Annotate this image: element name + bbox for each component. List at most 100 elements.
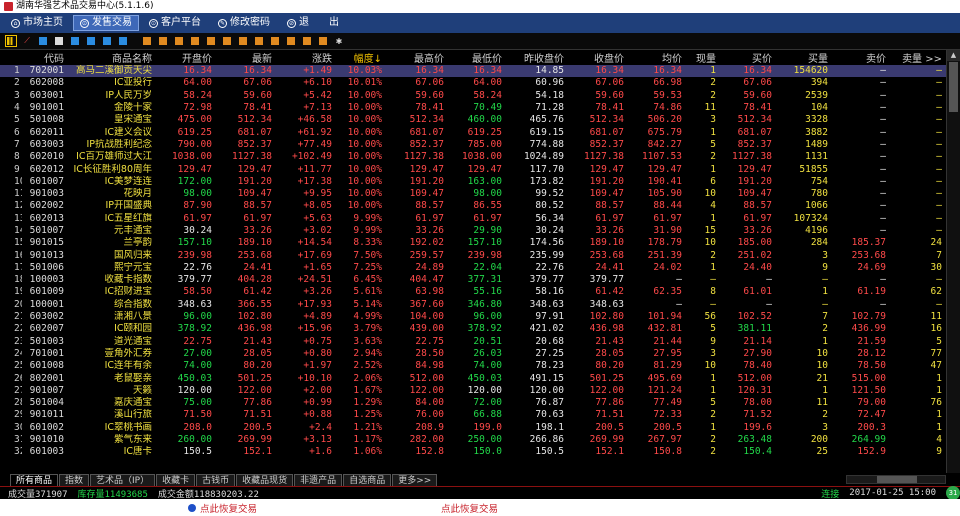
menu-5-button[interactable]: ⊘ 退 出 xyxy=(280,15,346,31)
table-row[interactable]: 31 901010 紫气东来 260.00 269.99 +3.13 1.17% 282.00… xyxy=(0,434,946,446)
table-row[interactable]: 17 501006 熙宁元宝 22.76 24.41 +1.65 7.25% 24.89 22.… xyxy=(0,262,946,274)
cell: 475.00 xyxy=(177,114,212,126)
calc-icon[interactable] xyxy=(53,35,65,47)
cell: 852.37 xyxy=(737,138,772,150)
table-row[interactable]: 10 601007 IC美梦连连 172.00 191.20 +17.38 10.00% 19… xyxy=(0,176,946,188)
horizontal-scrollbar[interactable] xyxy=(846,475,946,484)
column-header[interactable]: 卖价 xyxy=(832,50,890,65)
table-row[interactable]: 13 602013 IC五星红旗 61.97 61.97 +5.63 9.99% 61.97 6… xyxy=(0,213,946,225)
menu-2-button[interactable]: ⊙ 发售交易 xyxy=(73,15,139,31)
f4-icon[interactable] xyxy=(189,35,201,47)
table-row[interactable]: 3 603001 IP人民万岁 58.24 59.60 +5.42 10.00% 59.60 5… xyxy=(0,90,946,102)
table-row[interactable]: 1 702001 高马二溪御贡天尖 16.34 16.34 +1.49 10.03% 16.3… xyxy=(0,65,946,78)
category-tab[interactable]: 艺术品（IP） xyxy=(90,474,156,486)
column-header[interactable]: 均价 xyxy=(628,50,686,65)
column-header[interactable]: 卖量 >> xyxy=(890,50,946,65)
column-header[interactable]: 代码 xyxy=(22,50,68,65)
list-icon[interactable] xyxy=(69,35,81,47)
column-header[interactable]: 现量 xyxy=(686,50,720,65)
category-tab[interactable]: 非遗产品 xyxy=(294,474,343,486)
category-tab[interactable]: 收藏卡 xyxy=(156,474,196,486)
column-header[interactable]: 收盘价 xyxy=(568,50,628,65)
scroll-up-icon[interactable]: ▲ xyxy=(947,50,960,61)
table-row[interactable]: 5 501008 皇宋通宝 475.00 512.34 +46.58 10.00% 512.3… xyxy=(0,114,946,126)
column-header[interactable]: 买价 xyxy=(720,50,776,65)
table-row[interactable]: 21 603002 潇湘八景 96.00 102.80 +4.89 4.99% 104.00 9… xyxy=(0,311,946,323)
table-row[interactable]: 26 802001 老鼠娶亲 450.03 501.25 +10.10 2.06% 512.0… xyxy=(0,372,946,384)
table-row[interactable]: 4 901001 金陵十家 72.98 78.41 +7.13 10.00% 78.41 70.… xyxy=(0,102,946,114)
column-header[interactable]: 最新 xyxy=(216,50,276,65)
table-row[interactable]: 23 501003 道光通宝 22.75 21.43 +0.75 3.63% 22.75 20.… xyxy=(0,336,946,348)
table-row[interactable]: 28 501004 嘉庆通宝 75.00 77.86 +0.99 1.29% 84.00 72.… xyxy=(0,397,946,409)
category-tab[interactable]: 所有商品 xyxy=(10,474,59,486)
category-tab[interactable]: 指数 xyxy=(59,474,90,486)
notification-badge[interactable]: 31 xyxy=(946,486,960,500)
column-header[interactable]: 开盘价 xyxy=(156,50,216,65)
grid-icon[interactable] xyxy=(37,35,49,47)
scroll-thumb[interactable] xyxy=(949,62,958,112)
table-row[interactable]: 27 901007 天籁 120.00 122.00 +2.00 1.67% 122.00 12… xyxy=(0,385,946,397)
cell: 78.23 xyxy=(535,360,564,372)
f5-icon[interactable] xyxy=(205,35,217,47)
column-header[interactable]: 最低价 xyxy=(448,50,506,65)
column-header[interactable]: 商品名称 xyxy=(68,50,156,65)
cell: 高马二溪御贡天尖 xyxy=(68,65,156,78)
table-row[interactable]: 15 901015 兰亭韵 157.10 189.10 +14.54 8.33% 192.02… xyxy=(0,237,946,249)
menu-4-button[interactable]: ✎ 修改密码 xyxy=(211,15,277,31)
table-row[interactable]: 2 602008 IC亚投行 64.00 67.06 +6.10 10.01% 67.06 64… xyxy=(0,77,946,89)
table-row[interactable]: 7 603003 IP抗战胜利纪念 790.00 852.37 +77.49 10.00% 8… xyxy=(0,139,946,151)
table-row[interactable]: 32 601003 IC唐卡 150.5 152.1 +1.6 1.06% 152.8 150.… xyxy=(0,446,946,458)
table-row[interactable]: 30 601002 IC翠桃书画 208.0 200.5 +2.4 1.21% 208.9 19… xyxy=(0,422,946,434)
f11-icon[interactable] xyxy=(301,35,313,47)
table-row[interactable]: 22 602007 IC颐和园 378.92 436.98 +15.96 3.79% 439.… xyxy=(0,323,946,335)
report-icon[interactable] xyxy=(101,35,113,47)
menu-3-button[interactable]: ⊙ 客户平台 xyxy=(142,15,208,31)
table-row[interactable]: 12 602002 IP开国盛典 87.90 88.57 +8.05 10.00% 88.57… xyxy=(0,200,946,212)
table-row[interactable]: 24 701001 壹角外汇券 27.00 28.05 +0.80 2.94% 28.50 26… xyxy=(0,348,946,360)
column-header[interactable]: 幅度↓ xyxy=(336,50,386,65)
f9-icon[interactable] xyxy=(269,35,281,47)
hscroll-thumb[interactable] xyxy=(877,476,917,483)
column-header[interactable]: 昨收盘价 xyxy=(506,50,568,65)
table-icon[interactable] xyxy=(117,35,129,47)
resume-trade-link-right[interactable]: 点此恢复交易 xyxy=(441,501,498,515)
table-row[interactable]: 9 602012 IC长征胜利80周年 129.47 129.47 +11.77 10.00… xyxy=(0,163,946,175)
vertical-scrollbar[interactable]: ▲ xyxy=(946,50,960,473)
window-icon[interactable] xyxy=(85,35,97,47)
table-row[interactable]: 19 601009 IC招财进宝 58.50 61.42 +3.26 5.61% 63.98 5… xyxy=(0,286,946,298)
resume-trade-link-left[interactable]: 点此恢复交易 xyxy=(188,501,257,515)
chart-icon[interactable] xyxy=(5,35,17,47)
category-tab[interactable]: 古钱币 xyxy=(196,474,236,486)
cell: 501006 xyxy=(29,261,64,273)
category-tab[interactable]: 更多>> xyxy=(392,474,438,486)
f10-icon[interactable] xyxy=(285,35,297,47)
f12-icon[interactable] xyxy=(317,35,329,47)
f2-icon[interactable] xyxy=(157,35,169,47)
table-row[interactable]: 29 901011 溪山行旅 71.50 71.51 +0.88 1.25% 76.00 66.… xyxy=(0,409,946,421)
column-header[interactable]: 最高价 xyxy=(386,50,448,65)
table-row[interactable]: 18 100003 收藏卡指数 379.77 404.28 +24.51 6.45% 404.… xyxy=(0,274,946,286)
f1-icon[interactable] xyxy=(141,35,153,47)
table-row[interactable]: 11 901003 花映月 98.00 109.47 +9.95 10.00% 109.47 9… xyxy=(0,188,946,200)
f8-icon[interactable] xyxy=(253,35,265,47)
category-tab[interactable]: 收藏品现货 xyxy=(236,474,294,486)
cell: 14 xyxy=(14,225,22,236)
column-header[interactable] xyxy=(0,50,22,65)
column-header[interactable]: 买量 xyxy=(776,50,832,65)
table-row[interactable]: 8 602010 IC百万雄师过大江 1038.00 1127.38 +102.49 10.… xyxy=(0,151,946,163)
menu-1-button[interactable]: ⌂ 市场主页 xyxy=(4,15,70,31)
table-row[interactable]: 16 901013 国风归来 239.98 253.68 +17.69 7.50% 259.5… xyxy=(0,249,946,261)
f3-icon[interactable] xyxy=(173,35,185,47)
table-row[interactable]: 25 601008 IC连年有余 74.00 80.20 +1.97 2.52% 84.98 7… xyxy=(0,360,946,372)
cell: 450.03 xyxy=(177,372,212,384)
f7-icon[interactable] xyxy=(237,35,249,47)
category-tab[interactable]: 自选商品 xyxy=(343,474,392,486)
column-header[interactable]: 涨跌 xyxy=(276,50,336,65)
f6-icon[interactable] xyxy=(221,35,233,47)
table-row[interactable]: 14 501007 元丰通宝 30.24 33.26 +3.02 9.99% 33.26 29.… xyxy=(0,225,946,237)
cell: 10.03% xyxy=(336,65,386,78)
trend-icon[interactable]: ⟋ xyxy=(21,35,33,47)
table-row[interactable]: 20 100001 综合指数 348.63 366.55 +17.93 5.14% 367.6… xyxy=(0,299,946,311)
gear-icon[interactable]: ✱ xyxy=(333,35,345,47)
table-row[interactable]: 6 602011 IC建义会议 619.25 681.07 +61.92 10.00% 681… xyxy=(0,126,946,138)
